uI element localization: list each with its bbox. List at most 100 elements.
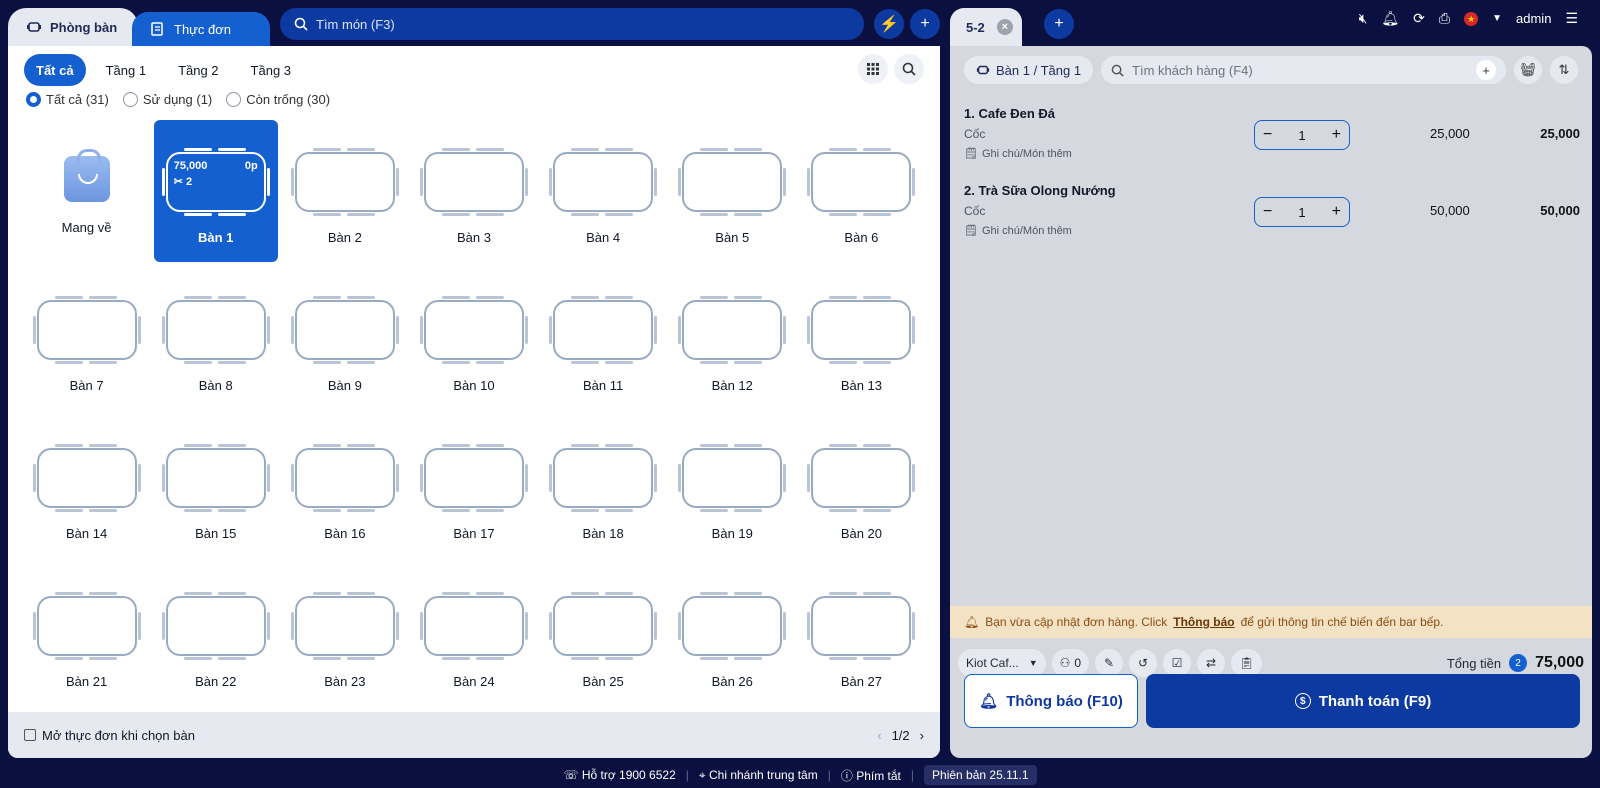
table-tile[interactable]: Bàn 26 — [668, 564, 797, 706]
table-tile[interactable]: Bàn 24 — [409, 564, 538, 706]
table-tile-active[interactable]: 75,000 0p ✂ 2 Bàn 1 — [153, 120, 278, 262]
table-tile[interactable]: Bàn 2 — [280, 120, 409, 262]
order-line[interactable]: 2. Trà Sữa Olong Nướng Cốc 🗒︎ Ghi chú/Món t… — [964, 183, 1580, 255]
notify-label: Thông báo (F10) — [1006, 692, 1123, 710]
clipboard-button[interactable]: 📋︎ — [1231, 649, 1263, 677]
floor-tab[interactable]: Tất cả — [24, 54, 86, 86]
flag-icon[interactable]: ★ — [1464, 11, 1479, 26]
table-tile[interactable]: Bàn 3 — [409, 120, 538, 262]
page-indicator: 1/2 — [891, 727, 910, 743]
table-label: Bàn 5 — [715, 230, 750, 245]
branch-link[interactable]: ⌖ Chi nhánh trung tâm — [699, 768, 818, 783]
notice-link[interactable]: Thông báo — [1173, 615, 1234, 629]
calendar-check-icon: ☑ — [1171, 656, 1183, 670]
table-tile[interactable]: Bàn 4 — [539, 120, 668, 262]
order-item-total: 50,000 — [1540, 203, 1580, 218]
table-tile[interactable]: Bàn 8 — [151, 268, 280, 410]
table-tile[interactable]: Bàn 17 — [409, 416, 538, 558]
floor-tab[interactable]: Tầng 2 — [166, 54, 230, 86]
order-line[interactable]: 1. Cafe Đen Đá Cốc 🗒︎ Ghi chú/Món thêm −1 +25… — [964, 106, 1580, 178]
table-pill[interactable]: Bàn 1 / Tầng 1 — [964, 56, 1094, 84]
table-label: Bàn 24 — [453, 674, 495, 689]
table-tile[interactable]: Bàn 14 — [22, 416, 151, 558]
quick-action-button[interactable]: ⚡ — [874, 9, 904, 39]
minus-icon[interactable]: − — [1263, 203, 1272, 221]
notify-button[interactable]: 🔔︎ Thông báo (F10) — [964, 674, 1138, 728]
shortcuts-link[interactable]: ⓘ Phím tắt — [841, 767, 901, 784]
table-tile[interactable]: Bàn 18 — [539, 416, 668, 558]
support-link[interactable]: ☏ Hỗ trợ 1900 6522 — [563, 768, 675, 782]
close-icon[interactable]: × — [996, 19, 1013, 35]
bell-icon[interactable]: 🔔︎ — [1381, 10, 1399, 27]
table-label: Bàn 12 — [711, 378, 753, 393]
table-shape — [807, 592, 916, 660]
table-tile[interactable]: Bàn 12 — [668, 268, 797, 410]
plus-icon[interactable]: + — [1332, 126, 1341, 144]
floor-tab[interactable]: Tầng 3 — [239, 54, 303, 86]
open-menu-checkbox[interactable] — [24, 729, 36, 741]
price-list-select[interactable]: Kiot Caf... ▼ — [958, 649, 1046, 677]
quantity-stepper[interactable]: − 1 + — [1254, 197, 1350, 227]
grid-view-button[interactable] — [858, 54, 888, 84]
status-filter[interactable]: Sử dụng (1) — [122, 92, 212, 107]
plus-icon: + — [920, 15, 930, 32]
history-button[interactable]: ↺ — [1129, 649, 1158, 677]
floor-tab[interactable]: Tầng 1 — [94, 54, 158, 86]
table-tile[interactable]: Bàn 6 — [797, 120, 926, 262]
pay-button[interactable]: $ Thanh toán (F9) — [1146, 674, 1580, 728]
refresh-icon[interactable]: ⟳ — [1413, 10, 1425, 27]
table-tile[interactable]: Bàn 27 — [797, 564, 926, 706]
new-order-button[interactable]: + — [1044, 9, 1074, 39]
status-filter[interactable]: Tất cả (31) — [26, 92, 109, 107]
order-tab[interactable]: 5-2 × — [950, 8, 1022, 46]
sort-button[interactable]: ⇅ — [1550, 56, 1578, 84]
quantity-value[interactable]: 1 — [1298, 205, 1305, 220]
guest-count-chip[interactable]: ⚇ 0 — [1051, 649, 1090, 677]
quantity-stepper[interactable]: − 1 + — [1254, 120, 1350, 150]
table-search-button[interactable] — [894, 54, 924, 84]
chevron-right-icon[interactable]: › — [920, 728, 924, 743]
table-tile[interactable]: Bàn 10 — [409, 268, 538, 410]
table-tile[interactable]: Bàn 21 — [22, 564, 151, 706]
table-tile[interactable]: Bàn 23 — [280, 564, 409, 706]
tab-menu[interactable]: Thực đơn — [132, 12, 270, 46]
order-panel: Bàn 1 / Tầng 1 Tìm khách hàng (F4) + 🧺︎ … — [950, 46, 1592, 758]
takeaway-tile[interactable]: Mang về — [22, 120, 151, 262]
radio-icon — [226, 92, 242, 107]
table-tile[interactable]: Bàn 15 — [151, 416, 280, 558]
menu-search-input[interactable]: Tìm món (F3) — [280, 8, 864, 40]
hamburger-icon[interactable]: ☰ — [1565, 10, 1578, 27]
table-tile[interactable]: Bàn 19 — [668, 416, 797, 558]
table-tile[interactable]: Bàn 7 — [22, 268, 151, 410]
table-tile[interactable]: Bàn 5 — [668, 120, 797, 262]
table-label: Bàn 7 — [69, 378, 104, 393]
order-header: Bàn 1 / Tầng 1 Tìm khách hàng (F4) + 🧺︎ … — [964, 56, 1578, 84]
table-tile[interactable]: Bàn 13 — [797, 268, 926, 410]
table-tile[interactable]: Bàn 25 — [539, 564, 668, 706]
table-shape — [32, 592, 141, 660]
quantity-value[interactable]: 1 — [1298, 128, 1305, 143]
mute-icon[interactable]: 🔇︎ — [1359, 10, 1368, 27]
table-tile[interactable]: Bàn 20 — [797, 416, 926, 558]
customer-search-input[interactable]: Tìm khách hàng (F4) + — [1101, 56, 1506, 84]
guest-count: 0 — [1074, 656, 1082, 670]
basket-button[interactable]: 🧺︎ — [1514, 56, 1542, 84]
user-name[interactable]: admin — [1516, 11, 1551, 26]
chevron-down-icon[interactable]: ▼ — [1492, 13, 1502, 24]
table-tile[interactable]: Bàn 16 — [280, 416, 409, 558]
table-tile[interactable]: Bàn 22 — [151, 564, 280, 706]
chevron-left-icon[interactable]: ‹ — [877, 728, 881, 743]
table-tile[interactable]: Bàn 9 — [280, 268, 409, 410]
split-button[interactable]: ⇄ — [1197, 649, 1226, 677]
table-tile[interactable]: Bàn 11 — [539, 268, 668, 410]
edit-button[interactable]: ✎ — [1095, 649, 1124, 677]
plus-icon[interactable]: + — [1332, 203, 1341, 221]
add-customer-button[interactable]: + — [1476, 60, 1496, 80]
add-item-button[interactable]: + — [910, 9, 940, 39]
status-filter[interactable]: Còn trống (30) — [226, 92, 330, 107]
table-shape — [807, 296, 916, 364]
minus-icon[interactable]: − — [1263, 126, 1272, 144]
tab-room[interactable]: Phòng bàn — [8, 8, 138, 46]
printer-icon[interactable]: ⎙ — [1439, 10, 1450, 27]
calendar-button[interactable]: ☑ — [1163, 649, 1192, 677]
